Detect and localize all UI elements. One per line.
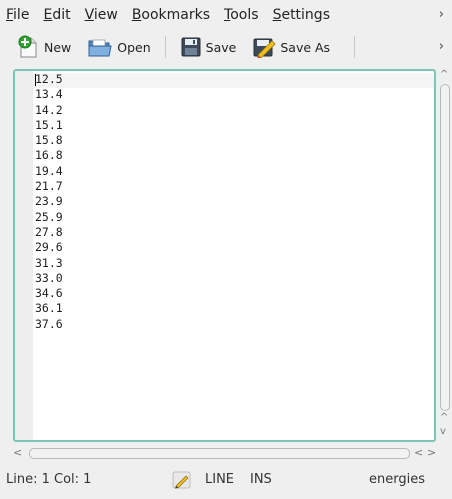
scroll-up-arrow-icon[interactable]: ^ [440,412,448,423]
text-line: 15.1 [35,117,63,132]
open-button-label: Open [117,39,151,55]
menu-settings[interactable]: Settings [273,7,330,23]
new-button[interactable]: New [12,33,75,61]
text-line: 27.8 [35,224,63,239]
menu-tools[interactable]: Tools [224,7,259,23]
scroll-down-arrow-icon[interactable]: v [440,426,446,437]
text-line: 23.9 [35,194,63,209]
save-as-button[interactable]: Save As [248,33,334,61]
text-line: 16.8 [35,148,63,163]
save-as-pencil-icon [253,38,276,58]
vertical-scrollbar[interactable]: ^ ^ v [438,69,452,442]
text-editor-area[interactable]: 12.5 13.4 14.2 15.1 15.8 16.8 19.4 21.7 … [13,69,436,442]
menu-bookmarks[interactable]: Bookmarks [132,7,210,23]
insert-mode-indicator[interactable]: INS [250,472,272,487]
main-toolbar: New Open Save Save As [0,31,452,63]
text-line: 12.5 [35,72,63,86]
menu-view[interactable]: View [85,7,118,23]
save-button[interactable]: Save [176,33,241,61]
text-line: 34.6 [35,286,63,301]
scroll-left-arrow-icon[interactable]: < [13,446,22,459]
selection-mode-indicator[interactable]: LINE [205,472,234,487]
floppy-disk-icon [181,37,201,57]
editor-gutter [15,71,33,440]
status-bar: Line: 1 Col: 1 LINE INS energies [0,466,452,496]
text-line: 25.9 [35,209,63,224]
scroll-right-arrow-icon[interactable]: > [427,446,436,459]
edit-mode-pencil-icon[interactable] [172,471,192,493]
scroll-left-arrow-icon[interactable]: < [414,446,423,459]
menu-edit[interactable]: Edit [43,7,70,23]
save-button-label: Save [205,39,237,55]
text-line: 14.2 [35,102,63,117]
text-line: 37.6 [35,316,63,331]
editor-text[interactable]: 12.5 13.4 14.2 15.1 15.8 16.8 19.4 21.7 … [35,72,63,332]
scroll-up-arrow-icon[interactable]: ^ [440,69,448,80]
horizontal-scrollbar[interactable]: < < > [13,446,438,460]
text-line: 36.1 [35,301,63,316]
text-cursor [35,74,36,86]
menu-overflow-chevron-icon[interactable]: › [439,7,444,22]
cursor-position-label: Line: 1 Col: 1 [6,472,92,487]
menu-file[interactable]: File [6,7,29,23]
text-line: 13.4 [35,87,63,102]
text-editor-window: File Edit View Bookmarks Tools Settings … [0,0,452,499]
text-line: 15.8 [35,133,63,148]
new-button-label: New [44,39,72,55]
toolbar-separator [354,36,356,58]
horizontal-scrollbar-thumb[interactable] [29,448,410,459]
toolbar-separator [164,36,166,58]
text-line: 33.0 [35,270,63,285]
save-as-button-label: Save As [280,39,331,55]
text-line: 29.6 [35,240,63,255]
vertical-scrollbar-thumb[interactable] [440,84,450,411]
menu-bar: File Edit View Bookmarks Tools Settings … [0,0,452,30]
open-folder-icon [88,39,112,57]
text-line: 19.4 [35,163,63,178]
toolbar-overflow-chevron-icon[interactable]: › [439,39,444,54]
open-button[interactable]: Open [83,33,154,61]
current-line-highlight [33,73,434,88]
filename-label: energies [369,472,425,487]
text-line: 31.3 [35,255,63,270]
text-line: 21.7 [35,179,63,194]
new-document-icon [18,35,37,58]
